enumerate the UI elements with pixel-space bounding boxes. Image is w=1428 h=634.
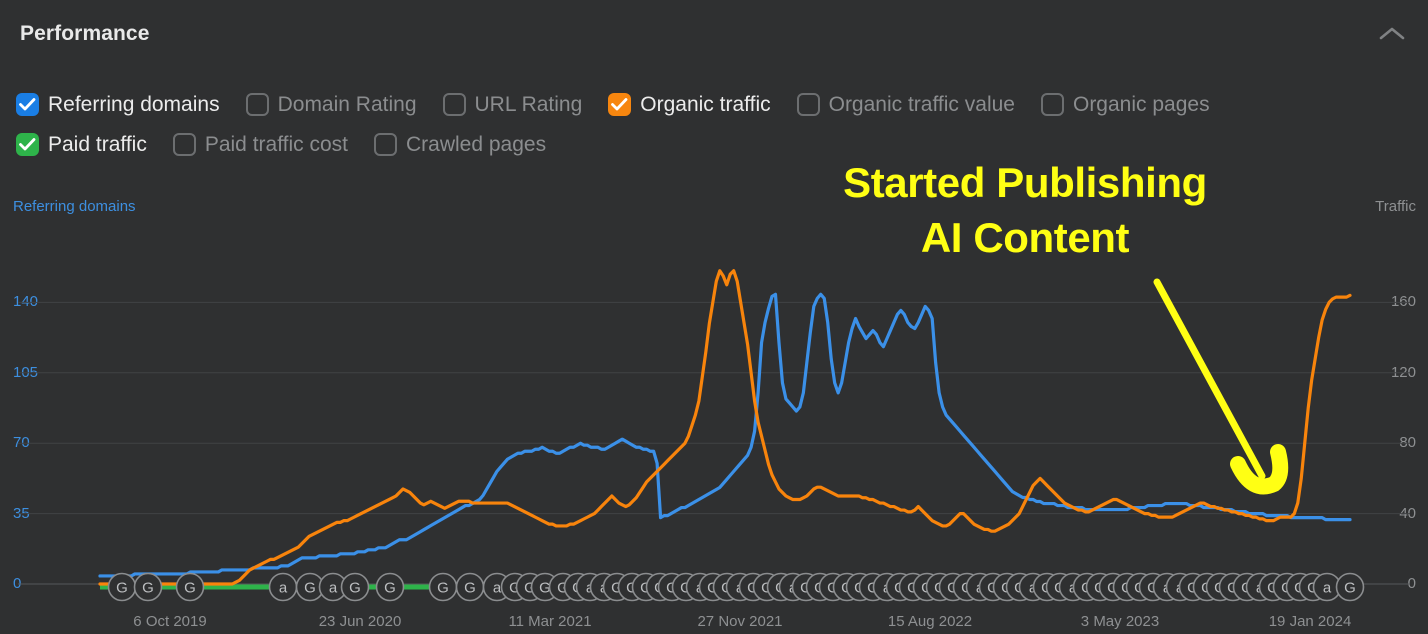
chart-plot: GGGaGaGGGGaGGGGGaaGGGGGGaGGaGGGaGGGGGGaG… — [18, 269, 1410, 602]
metric-label-crawled-pages: Crawled pages — [406, 132, 547, 156]
metric-label-organic-traffic-value: Organic traffic value — [828, 92, 1015, 116]
performance-chart: Referring domains Traffic 140 105 70 35 0 16… — [0, 176, 1428, 634]
event-marker[interactable]: G — [340, 572, 370, 602]
event-marker-label: G — [116, 580, 128, 597]
checkbox-organic-traffic-value[interactable] — [796, 92, 820, 116]
metric-label-domain-rating: Domain Rating — [277, 92, 417, 116]
metric-row-secondary: Paid traffic Paid traffic cost Crawled pag… — [16, 124, 1416, 164]
metric-label-referring-domains: Referring domains — [48, 92, 220, 116]
event-marker-label: G — [384, 580, 396, 597]
panel-header: Performance — [0, 0, 1428, 72]
metric-toggle-organic-traffic[interactable]: Organic traffic — [608, 92, 771, 116]
event-marker-label: a — [493, 580, 502, 597]
chevron-up-icon — [1379, 26, 1405, 42]
event-marker[interactable]: G — [107, 572, 137, 602]
page-title: Performance — [20, 22, 150, 45]
metric-label-organic-traffic: Organic traffic — [640, 92, 771, 116]
metric-label-organic-pages: Organic pages — [1072, 92, 1210, 116]
metric-toggle-paid-traffic-cost[interactable]: Paid traffic cost — [172, 132, 349, 156]
event-marker-label: a — [329, 580, 338, 597]
event-marker[interactable]: G — [1335, 572, 1365, 602]
metric-toggle-referring-domains[interactable]: Referring domains — [16, 92, 220, 116]
checkbox-organic-traffic[interactable] — [608, 92, 632, 116]
event-marker[interactable]: G — [133, 572, 163, 602]
checkbox-paid-traffic-cost[interactable] — [172, 132, 196, 156]
event-marker-label: a — [279, 580, 288, 597]
event-marker[interactable]: G — [175, 572, 205, 602]
event-marker-label: G — [437, 580, 449, 597]
metric-toggle-organic-traffic-value[interactable]: Organic traffic value — [796, 92, 1015, 116]
event-marker-label: G — [464, 580, 476, 597]
checkbox-url-rating[interactable] — [442, 92, 466, 116]
event-marker-label: G — [142, 580, 154, 597]
metric-row-primary: Referring domains Domain Rating URL Rating… — [16, 84, 1416, 124]
metric-toggle-crawled-pages[interactable]: Crawled pages — [374, 132, 547, 156]
metric-toggles: Referring domains Domain Rating URL Rating… — [16, 84, 1416, 164]
checkbox-organic-pages[interactable] — [1040, 92, 1064, 116]
checkbox-crawled-pages[interactable] — [374, 132, 398, 156]
metric-label-url-rating: URL Rating — [474, 92, 583, 116]
event-marker-label: G — [184, 580, 196, 597]
series-referring-domains — [98, 292, 1352, 578]
metric-toggle-domain-rating[interactable]: Domain Rating — [245, 92, 417, 116]
series-organic-traffic — [98, 269, 1352, 586]
metric-label-paid-traffic-cost: Paid traffic cost — [204, 132, 349, 156]
metric-label-paid-traffic: Paid traffic — [48, 132, 147, 156]
event-marker[interactable]: G — [428, 572, 458, 602]
event-marker-label: G — [304, 580, 316, 597]
checkbox-paid-traffic[interactable] — [16, 132, 39, 156]
event-marker-label: G — [349, 580, 361, 597]
checkbox-referring-domains[interactable] — [16, 92, 39, 116]
event-marker-label: a — [1323, 580, 1332, 597]
metric-toggle-url-rating[interactable]: URL Rating — [442, 92, 583, 116]
metric-toggle-organic-pages[interactable]: Organic pages — [1040, 92, 1210, 116]
metric-toggle-paid-traffic[interactable]: Paid traffic — [16, 132, 147, 156]
event-marker[interactable]: G — [375, 572, 405, 602]
collapse-panel-button[interactable] — [1370, 14, 1414, 54]
checkbox-domain-rating[interactable] — [245, 92, 269, 116]
event-marker[interactable]: a — [268, 572, 298, 602]
event-marker[interactable]: G — [455, 572, 485, 602]
event-marker-label: G — [1344, 580, 1356, 597]
